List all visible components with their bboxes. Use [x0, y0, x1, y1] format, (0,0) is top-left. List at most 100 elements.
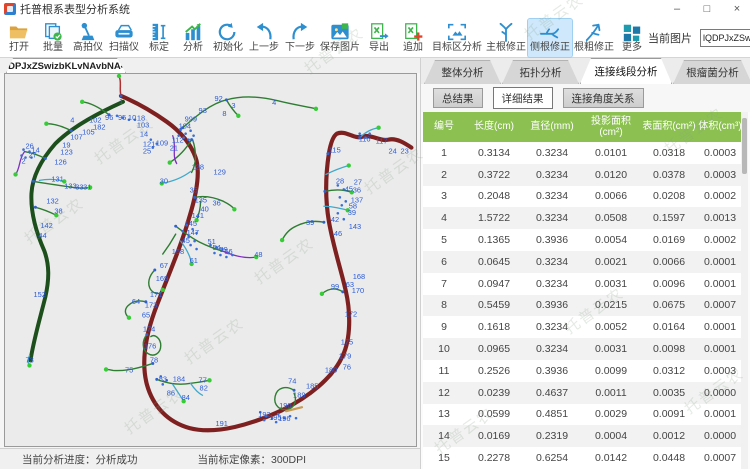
root-image-canvas[interactable]: 1969510189234938999104102418210510314109…: [4, 73, 417, 447]
segment-number-label: 189: [293, 390, 305, 399]
table-cell: 0.3234: [523, 190, 581, 202]
segment-number-label: 196: [278, 414, 290, 423]
table-cell: 13: [423, 408, 465, 420]
segment-number-label: 152: [33, 290, 45, 299]
toolbar-previous-step[interactable]: 上一步: [246, 19, 282, 57]
scrollbar-thumb[interactable]: [742, 118, 747, 174]
table-cell: 1: [423, 147, 465, 159]
toolbar-append[interactable]: 追加: [396, 19, 430, 57]
toolbar-next-step[interactable]: 下一步: [282, 19, 318, 57]
app-icon: [4, 3, 16, 15]
table-cell: 0.0599: [465, 408, 523, 420]
table-cell: 0.4851: [523, 408, 581, 420]
table-row[interactable]: 10.31340.32340.01010.03180.0003: [423, 142, 743, 164]
table-cell: 0.0000: [697, 430, 743, 442]
table-cell: 0.0003: [697, 365, 743, 377]
table-cell: 0.0031: [581, 343, 641, 355]
segment-number-label: 174: [143, 325, 155, 334]
total-result-button[interactable]: 总结果: [433, 88, 483, 108]
segment-number-label: 132: [46, 196, 58, 205]
segment-number-label: 1: [119, 97, 123, 106]
table-cell: 2: [423, 169, 465, 181]
table-cell: 0.3234: [523, 256, 581, 268]
table-cell: 0.5459: [465, 299, 523, 311]
table-row[interactable]: 20.37220.32340.01200.03780.0003: [423, 164, 743, 186]
table-cell: 0.0099: [581, 365, 641, 377]
table-cell: 0.0002: [697, 190, 743, 202]
scanner-icon: [113, 22, 135, 42]
table-row[interactable]: 30.20480.32340.00660.02080.0002: [423, 186, 743, 208]
segment-number-label: 171: [150, 290, 162, 299]
toolbar-more[interactable]: 更多: [616, 19, 648, 57]
connection-angle-button[interactable]: 连接角度关系: [563, 88, 644, 108]
table-row[interactable]: 41.57220.32340.05080.15970.0013: [423, 207, 743, 229]
save-image-icon: [329, 22, 351, 42]
table-row[interactable]: 50.13650.39360.00540.01690.0002: [423, 229, 743, 251]
current-image-label: 当前图片: [648, 30, 692, 46]
table-cell: 0.3234: [523, 321, 581, 333]
document-tab[interactable]: lQDPJxZSwizbKLvNAvbNA4...: [6, 58, 126, 73]
table-scrollbar[interactable]: [741, 112, 748, 469]
table-cell: 0.0096: [641, 278, 697, 290]
segment-number-label: 95: [118, 113, 126, 122]
toolbar-root-thickness-fix[interactable]: 根粗修正: [572, 19, 616, 57]
table-cell: 0.3936: [523, 299, 581, 311]
table-row[interactable]: 150.22780.62540.01420.04480.0007: [423, 447, 743, 469]
table-cell: 0.3234: [523, 169, 581, 181]
toolbar-main-root-fix[interactable]: 主根修正: [484, 19, 528, 57]
segment-number-label: 103: [137, 121, 149, 130]
table-row[interactable]: 100.09650.32340.00310.00980.0001: [423, 338, 743, 360]
toolbar-analysis[interactable]: 分析: [176, 19, 210, 57]
toolbar-scanner[interactable]: 扫描仪: [106, 19, 142, 57]
toolbar-save-image[interactable]: 保存图片: [318, 19, 362, 57]
segment-number-label: 3: [231, 101, 235, 110]
tab-topology-analysis[interactable]: 拓扑分析: [502, 60, 579, 84]
toolbar-export[interactable]: 导出: [362, 19, 396, 57]
table-cell: 1.5722: [465, 212, 523, 224]
table-row[interactable]: 130.05990.48510.00290.00910.0001: [423, 404, 743, 426]
toolbar-initialize[interactable]: 初始化: [210, 19, 246, 57]
segment-number-label: 56: [224, 247, 232, 256]
tab-segment-analysis[interactable]: 连接线段分析: [580, 58, 672, 84]
table-row[interactable]: 140.01690.23190.00040.00120.0000: [423, 425, 743, 447]
table-cell: 8: [423, 299, 465, 311]
minimize-button[interactable]: –: [670, 3, 684, 15]
segment-number-label: 21: [170, 144, 178, 153]
table-row[interactable]: 80.54590.39360.02150.06750.0007: [423, 295, 743, 317]
col-header-id: 编号: [423, 121, 465, 133]
toolbar-calibration[interactable]: 标定: [142, 19, 176, 57]
table-cell: 0.0120: [581, 169, 641, 181]
table-row[interactable]: 60.06450.32340.00210.00660.0001: [423, 251, 743, 273]
segment-number-label: 128: [192, 162, 204, 171]
current-image-dropdown[interactable]: lQDPJxZSwizbk: [700, 29, 750, 47]
toolbar-batch[interactable]: 批量: [36, 19, 70, 57]
table-row[interactable]: 110.25260.39360.00990.03120.0003: [423, 360, 743, 382]
tab-rhizobium-analysis[interactable]: 根瘤菌分析: [673, 60, 750, 84]
maximize-button[interactable]: □: [700, 3, 714, 15]
detailed-result-button[interactable]: 详细结果: [493, 87, 553, 109]
close-button[interactable]: ×: [730, 3, 744, 15]
segment-number-label: 67: [160, 261, 168, 270]
table-cell: 0.1618: [465, 321, 523, 333]
table-row[interactable]: 120.02390.46370.00110.00350.0000: [423, 382, 743, 404]
segment-number-label: 36: [212, 198, 220, 207]
tab-overall-analysis[interactable]: 整体分析: [424, 60, 501, 84]
table-row[interactable]: 70.09470.32340.00310.00960.0001: [423, 273, 743, 295]
segment-number-label: 92: [214, 94, 222, 103]
table-cell: 0.0098: [641, 343, 697, 355]
table-cell: 0.0448: [641, 452, 697, 464]
table-cell: 0.0013: [697, 212, 743, 224]
table-cell: 7: [423, 278, 465, 290]
table-cell: 0.2048: [465, 190, 523, 202]
segment-number-label: 10: [128, 113, 136, 122]
toolbar-open[interactable]: 打开: [2, 19, 36, 57]
segment-number-label: 184: [173, 374, 185, 383]
table-cell: 0.0012: [641, 430, 697, 442]
table-row[interactable]: 90.16180.32340.00520.01640.0001: [423, 316, 743, 338]
toolbar-doc-camera[interactable]: 高拍仪: [70, 19, 106, 57]
toolbar-lateral-root-fix[interactable]: 侧根修正: [528, 19, 572, 57]
table-cell: 0.0001: [697, 321, 743, 333]
main-toolbar: 打开 批量 高拍仪 扫描仪 标定 分析 初始化 上一步: [0, 18, 750, 58]
segment-number-label: 109: [156, 139, 168, 148]
toolbar-target-area-analysis[interactable]: 目标区分析: [430, 19, 484, 57]
